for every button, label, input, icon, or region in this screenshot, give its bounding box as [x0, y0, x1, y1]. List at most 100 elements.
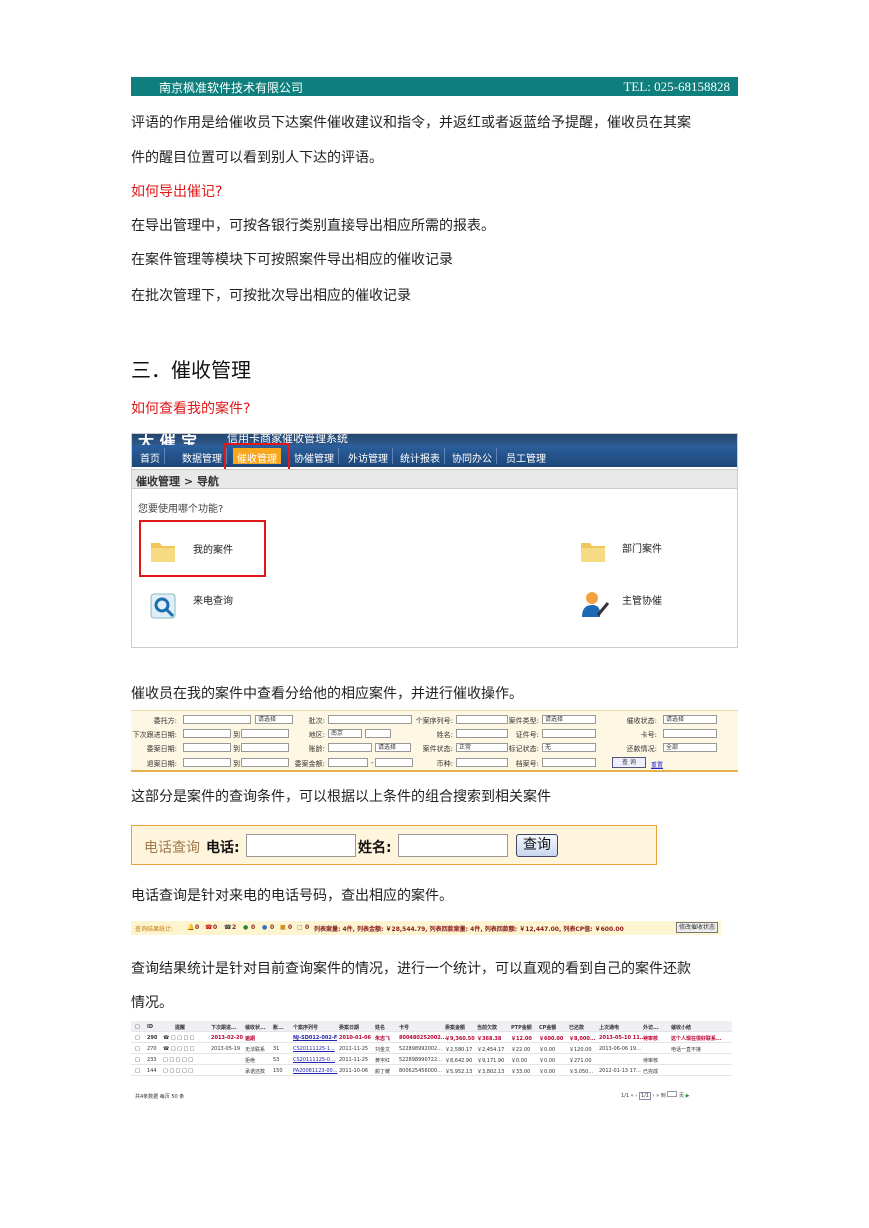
- column-header[interactable]: 账...: [273, 1024, 284, 1031]
- stat-count: 0: [195, 924, 200, 931]
- modify-status-button[interactable]: 修改催收状态: [676, 922, 719, 933]
- phone-input[interactable]: [246, 834, 356, 857]
- cell: 2013-05-19: [211, 1046, 241, 1052]
- case-link[interactable]: NJ-SD012-002-F: [293, 1035, 337, 1041]
- menu-item-data[interactable]: 数据管理: [178, 448, 227, 465]
- column-header[interactable]: CP金额: [539, 1024, 556, 1031]
- column-header[interactable]: 提醒: [175, 1024, 185, 1031]
- reset-link[interactable]: 重置: [651, 760, 663, 769]
- goto-input[interactable]: [667, 1091, 678, 1097]
- withdraw-date-from[interactable]: [183, 758, 231, 767]
- column-header[interactable]: 催收小结: [671, 1024, 691, 1031]
- cell: 逾期: [245, 1036, 256, 1042]
- phone-query-button[interactable]: 查询: [516, 834, 558, 857]
- paragraph: 催收员在我的案件中查看分给他的相应案件，并进行催收操作。: [131, 686, 523, 702]
- checkbox-icon[interactable]: □: [135, 1046, 140, 1052]
- cell: 朱志飞: [375, 1036, 391, 1042]
- age-input[interactable]: [328, 743, 372, 752]
- menu-item-visit[interactable]: 外访管理: [344, 448, 393, 465]
- search-button[interactable]: 查 询: [612, 757, 646, 768]
- cell: ￥8,000...: [569, 1036, 596, 1042]
- label-card-no: 卡号:: [640, 731, 657, 739]
- to-label: 到: [233, 745, 240, 753]
- column-header[interactable]: 委案金额: [445, 1024, 465, 1031]
- folder-icon: [581, 543, 605, 562]
- region-sub-select[interactable]: [365, 729, 391, 738]
- dash-label: -: [371, 759, 374, 767]
- next-page-button[interactable]: ›: [653, 1093, 655, 1099]
- first-page-button[interactable]: «: [631, 1093, 634, 1099]
- checkbox-icon[interactable]: □: [135, 1024, 140, 1030]
- cell: 2011-11-25: [339, 1057, 369, 1063]
- cell: ￥368.38: [477, 1036, 502, 1042]
- repayment-select[interactable]: 全部: [663, 743, 717, 752]
- cell: ￥5,952.13: [445, 1069, 473, 1075]
- amount-min-input[interactable]: [328, 758, 368, 767]
- prev-page-button[interactable]: ‹: [635, 1093, 637, 1099]
- column-header[interactable]: 委案日期: [339, 1024, 359, 1031]
- column-header[interactable]: 已还款: [569, 1024, 584, 1031]
- menu-item-assist[interactable]: 协催管理: [290, 448, 339, 465]
- cell: ￥2,454.17: [477, 1047, 505, 1053]
- cell: 53: [273, 1057, 280, 1063]
- menu-item-report[interactable]: 统计报表: [396, 448, 445, 465]
- cell: 2012-01-13 17...: [599, 1068, 641, 1074]
- archive-no-input[interactable]: [542, 758, 596, 767]
- table-row[interactable]: □ 290 ☎ □ □ □ □ 2013-02-20 逾期 NJ-SD012-0…: [131, 1032, 732, 1043]
- menu-item-office[interactable]: 协同办公: [448, 448, 497, 465]
- mark-status-select[interactable]: 无: [542, 743, 596, 752]
- collection-status-select[interactable]: 请选择: [663, 715, 717, 724]
- checkbox-icon[interactable]: □: [135, 1035, 140, 1041]
- name-input[interactable]: [398, 834, 508, 857]
- cell: 2010-01-06: [339, 1035, 371, 1041]
- column-header[interactable]: 卡号: [399, 1024, 409, 1031]
- next-followup-from[interactable]: [183, 729, 231, 738]
- case-table: □ ID 提醒 下次跟进... 催收状... 账... 个案序列号 委案日期 姓…: [131, 1021, 732, 1101]
- region-select[interactable]: 南京: [328, 729, 362, 738]
- id-no-input[interactable]: [542, 729, 596, 738]
- function-call-query[interactable]: 来电查询: [193, 592, 233, 607]
- column-header[interactable]: 外访...: [643, 1024, 659, 1031]
- phone-icon: ☎: [205, 924, 213, 931]
- label-client: 委托方:: [153, 717, 177, 725]
- column-header[interactable]: ID: [147, 1024, 153, 1030]
- label-mark-status: 标记状态:: [508, 745, 539, 753]
- age-select[interactable]: 请选择: [375, 743, 411, 752]
- table-row[interactable]: □ 144 □ □ □ □ □ 承诺还款 150 PA20081123-00..…: [131, 1065, 732, 1076]
- column-header[interactable]: 上次通电: [599, 1024, 619, 1031]
- label-next-followup: 下次跟进日期:: [132, 731, 177, 739]
- checkbox-icon[interactable]: □: [135, 1068, 140, 1074]
- column-header[interactable]: 下次跟进...: [211, 1024, 237, 1031]
- column-header[interactable]: 个案序列号: [293, 1024, 318, 1031]
- go-icon[interactable]: ▶: [686, 1093, 690, 1099]
- reminder-icons: □ □ □ □ □: [163, 1057, 193, 1063]
- page-number-button[interactable]: 1/1: [638, 1092, 651, 1100]
- menu-item-home[interactable]: 首页: [136, 448, 165, 465]
- table-row[interactable]: □ 270 ☎ □ □ □ □ 2013-05-19 无法联系 31 CS201…: [131, 1043, 732, 1054]
- column-header[interactable]: 当前欠款: [477, 1024, 497, 1031]
- last-page-button[interactable]: »: [656, 1093, 659, 1099]
- case-link[interactable]: CS20111125-1...: [293, 1046, 335, 1052]
- column-header[interactable]: 催收状...: [245, 1024, 266, 1031]
- cell: 2011-11-25: [339, 1046, 369, 1052]
- table-row[interactable]: □ 233 □ □ □ □ □ 拒绝 53 CS20111125-0... 20…: [131, 1054, 732, 1065]
- label-name: 姓名:: [436, 731, 453, 739]
- function-dept-cases[interactable]: 部门案件: [622, 540, 662, 555]
- entrust-date-from[interactable]: [183, 743, 231, 752]
- name-label: 姓名:: [358, 840, 392, 856]
- client-input[interactable]: [183, 715, 251, 724]
- case-link[interactable]: PA20081123-00...: [293, 1068, 338, 1074]
- user-edit-icon: [582, 592, 610, 617]
- case-type-select[interactable]: 请选择: [542, 715, 596, 724]
- case-link[interactable]: CS20111125-0...: [293, 1057, 335, 1063]
- checkbox-icon[interactable]: □: [135, 1057, 140, 1063]
- page-unit-label: 页: [678, 1093, 684, 1099]
- function-supervisor-assist[interactable]: 主管协催: [622, 592, 662, 607]
- column-header[interactable]: 姓名: [375, 1024, 385, 1031]
- card-no-input[interactable]: [663, 729, 717, 738]
- menu-item-staff[interactable]: 员工管理: [502, 448, 550, 465]
- cell: 承诺还款: [245, 1069, 266, 1075]
- function-my-cases[interactable]: 我的案件: [193, 541, 233, 556]
- batch-input[interactable]: [328, 715, 412, 724]
- column-header[interactable]: PTP金额: [511, 1024, 532, 1031]
